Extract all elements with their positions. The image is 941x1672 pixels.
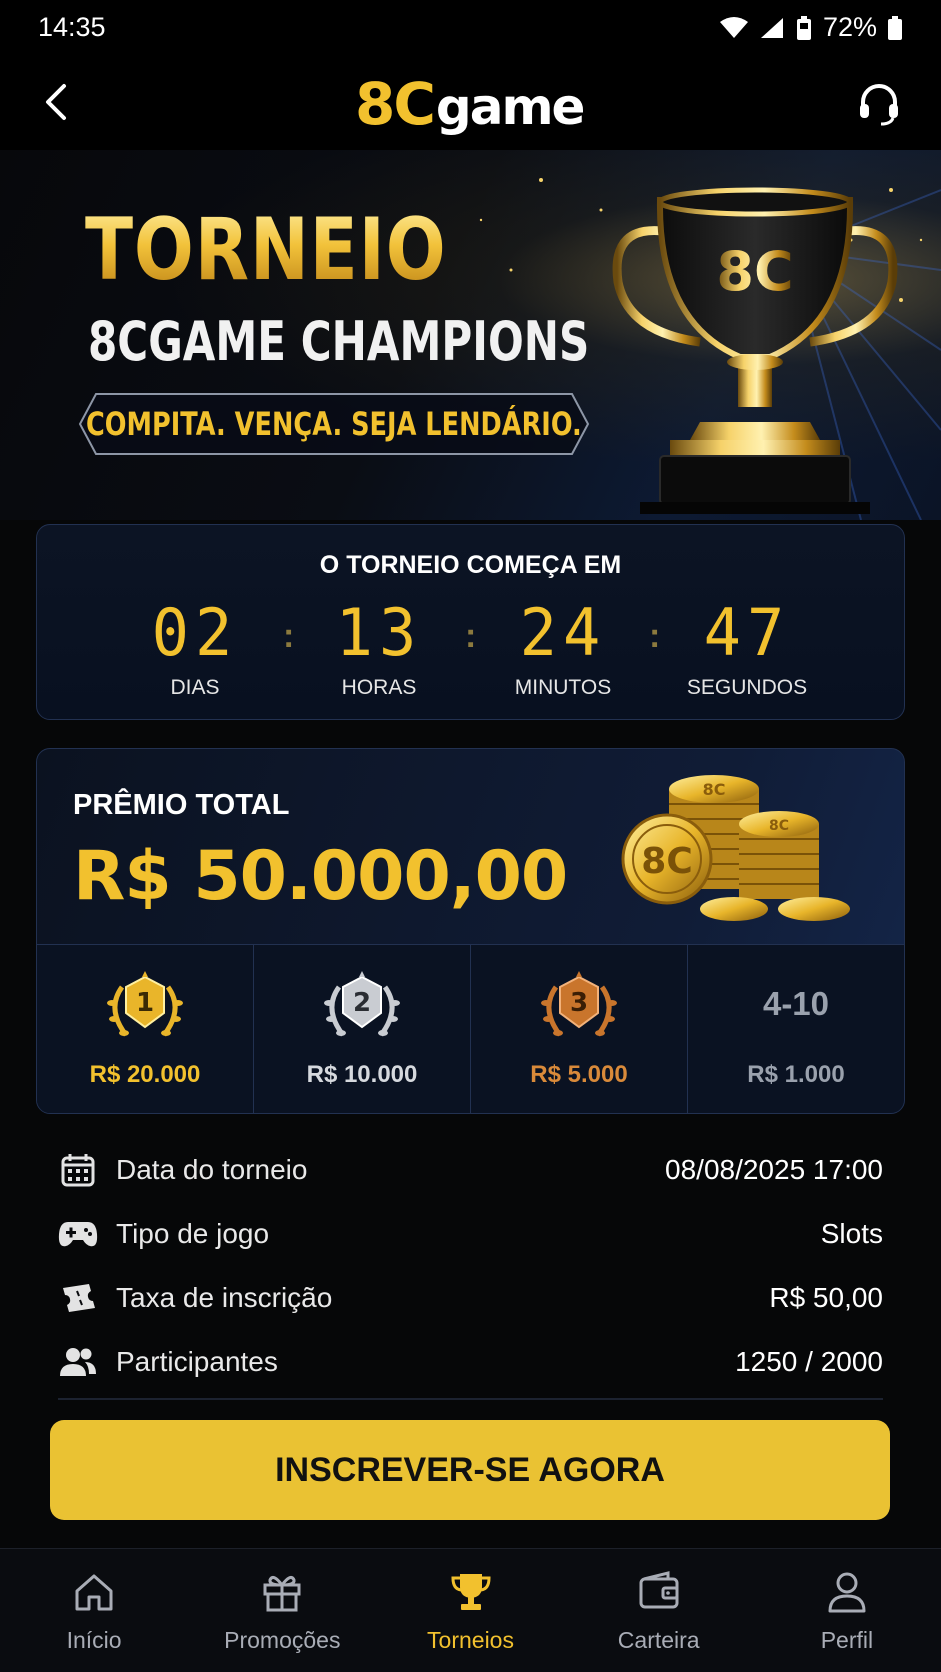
prize-card: PRÊMIO TOTAL R$ 50.000,00 8C 8C 8C 1 R$ …	[36, 748, 905, 1114]
info-row-fee: Taxa de inscrição R$ 50,00	[58, 1266, 883, 1330]
prize-total-section: PRÊMIO TOTAL R$ 50.000,00 8C 8C 8C	[37, 749, 904, 945]
nav-item-home[interactable]: Início	[0, 1549, 188, 1672]
info-value-fee: R$ 50,00	[769, 1282, 883, 1313]
countdown-days-value: 02	[151, 594, 239, 671]
register-now-button[interactable]: INSCREVER-SE AGORA	[50, 1420, 890, 1520]
countdown-seconds-value: 47	[703, 594, 791, 671]
status-bar: 14:35 72%	[0, 0, 941, 60]
prize-tier-4-10-rank: 4-10	[762, 985, 830, 1022]
info-value-date: 08/08/2025 17:00	[665, 1154, 883, 1185]
countdown-hours: 13 HORAS	[289, 594, 469, 700]
nav-label-wallet: Carteira	[617, 1627, 700, 1653]
info-row-participants: Participantes 1250 / 2000	[58, 1330, 883, 1394]
countdown-card: O TORNEIO COMEÇA EM 02 DIAS : 13 HORAS :…	[36, 524, 905, 720]
nav-label-promotions: Promoções	[224, 1627, 341, 1653]
prize-tier-2: 2 R$ 10.000	[254, 945, 471, 1113]
svg-text:1: 1	[136, 988, 154, 1018]
gamepad-icon	[58, 1214, 98, 1254]
battery-saver-icon	[796, 15, 811, 40]
info-row-game-type: Tipo de jogo Slots	[58, 1202, 883, 1266]
trophy-icon	[450, 1574, 491, 1610]
calendar-icon	[58, 1150, 98, 1190]
logo-8c: 8C	[355, 70, 436, 138]
gift-icon	[263, 1575, 301, 1612]
countdown-seconds: 47 SEGUNDOS	[657, 594, 837, 700]
nav-label-home: Início	[66, 1627, 122, 1653]
battery-percent: 72%	[822, 12, 877, 42]
nav-label-tournaments: Torneios	[427, 1627, 514, 1653]
info-label-date: Data do torneio	[116, 1154, 308, 1185]
prize-total-label: PRÊMIO TOTAL	[73, 789, 290, 821]
trophy-logo-text: 8C	[716, 240, 793, 303]
prize-tier-1-value: R$ 20.000	[89, 1061, 201, 1088]
countdown-minutes-value: 24	[519, 594, 607, 671]
wallet-icon	[639, 1571, 679, 1609]
status-time: 14:35	[38, 12, 106, 42]
nav-item-profile[interactable]: Perfil	[753, 1549, 941, 1672]
info-label-game-type: Tipo de jogo	[116, 1218, 270, 1249]
svg-text:3: 3	[570, 988, 588, 1018]
bottom-navigation: Início Promoções Torneios Carteira Perfi…	[0, 1548, 941, 1672]
banner-tagline: COMPITA. VENÇA. SEJA LENDÁRIO.	[86, 405, 582, 443]
nav-item-promotions[interactable]: Promoções	[188, 1549, 376, 1672]
prize-total-amount: R$ 50.000,00	[73, 837, 568, 916]
countdown-days-label: DIAS	[170, 676, 220, 699]
info-label-fee: Taxa de inscrição	[116, 1282, 333, 1313]
countdown-days: 02 DIAS	[105, 594, 285, 700]
prize-tier-2-value: R$ 10.000	[306, 1061, 418, 1088]
divider	[58, 1398, 883, 1400]
wifi-icon	[719, 16, 748, 38]
battery-icon	[888, 15, 902, 40]
coin-logo-text: 8C	[769, 818, 789, 834]
headset-icon	[860, 84, 898, 126]
signal-icon	[760, 17, 783, 38]
info-value-game-type: Slots	[820, 1218, 883, 1249]
coin-logo-text: 8C	[641, 841, 692, 882]
silver-medal-icon: 2	[324, 971, 400, 1037]
countdown-seconds-label: SEGUNDOS	[686, 676, 808, 699]
coin-logo-text: 8C	[703, 780, 726, 799]
countdown-minutes-label: MINUTOS	[514, 676, 612, 699]
users-icon	[58, 1342, 98, 1382]
gold-medal-icon: 1	[107, 971, 183, 1037]
prize-tiers: 1 R$ 20.000 2 R$ 10.000 3 R$ 5.000 4-10 …	[37, 945, 904, 1113]
bronze-medal-icon: 3	[541, 971, 617, 1037]
info-label-participants: Participantes	[116, 1346, 278, 1377]
countdown-hours-label: HORAS	[341, 676, 417, 699]
trophy-illustration: 8C	[612, 187, 898, 514]
nav-item-tournaments[interactable]: Torneios	[376, 1549, 564, 1672]
banner-subtitle: 8CGAME CHAMPIONS	[88, 310, 590, 373]
prize-tier-4-10: 4-10 R$ 1.000	[688, 945, 904, 1113]
svg-text:2: 2	[353, 988, 371, 1018]
countdown-title: O TORNEIO COMEÇA EM	[319, 551, 622, 579]
tournament-banner: TORNEIO 8CGAME CHAMPIONS COMPITA. VENÇA.…	[0, 150, 941, 520]
coins-illustration: 8C 8C 8C	[621, 775, 850, 921]
status-icons: 72%	[719, 12, 903, 43]
user-icon	[828, 1572, 866, 1613]
prize-tier-3-value: R$ 5.000	[530, 1061, 628, 1088]
home-icon	[75, 1574, 113, 1611]
prize-tier-4-10-value: R$ 1.000	[747, 1061, 845, 1088]
info-row-date: Data do torneio 08/08/2025 17:00	[58, 1138, 883, 1202]
prize-tier-3: 3 R$ 5.000	[471, 945, 688, 1113]
banner-title: TORNEIO	[85, 200, 447, 300]
logo-game: game	[435, 78, 586, 136]
app-logo: 8C game	[355, 70, 586, 140]
app-header: 8C game	[0, 60, 941, 150]
info-value-participants: 1250 / 2000	[735, 1346, 883, 1377]
back-button[interactable]	[34, 78, 82, 126]
support-button[interactable]	[855, 80, 903, 128]
nav-label-profile: Perfil	[820, 1627, 874, 1653]
tournament-info-list: Data do torneio 08/08/2025 17:00 Tipo de…	[58, 1138, 883, 1394]
nav-item-wallet[interactable]: Carteira	[565, 1549, 753, 1672]
ticket-icon	[58, 1278, 98, 1318]
chevron-left-icon	[46, 84, 66, 120]
countdown-hours-value: 13	[335, 594, 423, 671]
countdown-minutes: 24 MINUTOS	[473, 594, 653, 700]
prize-tier-1: 1 R$ 20.000	[37, 945, 254, 1113]
